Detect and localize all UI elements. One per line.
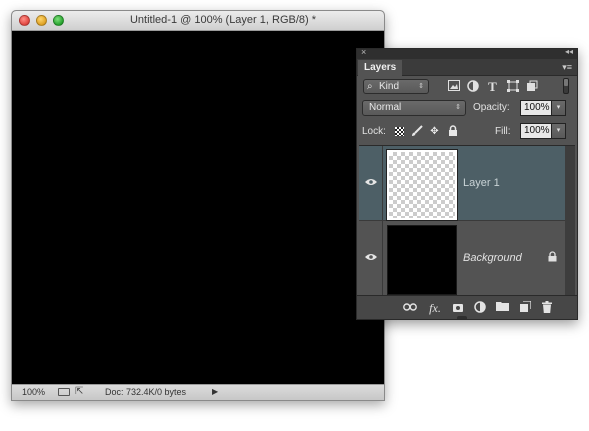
blend-mode-value: Normal	[369, 102, 402, 113]
close-window-button[interactable]	[19, 15, 30, 26]
panel-footer: fx.	[357, 295, 577, 319]
kind-filter-select[interactable]: ⌕ Kind ⇕	[363, 79, 429, 94]
lock-transparent-pixels-icon[interactable]	[393, 125, 406, 138]
layer-thumbnail[interactable]	[387, 225, 457, 295]
layer-thumbnail[interactable]	[386, 149, 458, 221]
zoom-window-button[interactable]	[53, 15, 64, 26]
minimize-window-button[interactable]	[36, 15, 47, 26]
opacity-slider-toggle[interactable]: ▾	[552, 100, 566, 116]
search-icon: ⌕	[367, 81, 373, 92]
layers-scrollbar[interactable]	[565, 146, 575, 295]
zoom-level[interactable]: 100%	[22, 387, 45, 397]
lock-label: Lock:	[362, 126, 386, 137]
shape-filter-icon[interactable]	[506, 80, 519, 93]
layer-row-layer-1[interactable]: Layer 1	[359, 146, 565, 221]
layer-name[interactable]: Background	[463, 252, 522, 264]
visibility-column[interactable]	[359, 221, 383, 295]
layer-name[interactable]: Layer 1	[463, 177, 500, 189]
trash-icon[interactable]	[540, 301, 554, 315]
document-titlebar[interactable]: Untitled-1 @ 100% (Layer 1, RGB/8) *	[12, 11, 384, 31]
lock-fill-row: Lock: ✥ Fill: 100% ▾	[362, 122, 572, 142]
lock-image-pixels-icon[interactable]	[410, 125, 423, 138]
lock-all-icon[interactable]	[446, 125, 459, 138]
layer-filter-row: ⌕ Kind ⇕ T	[362, 77, 572, 97]
link-layers-icon[interactable]	[403, 301, 417, 315]
camera-raw-icon[interactable]	[58, 388, 70, 396]
layers-list: Layer 1 Background	[359, 145, 575, 296]
document-info: Doc: 732.4K/0 bytes	[105, 387, 187, 397]
blend-mode-select[interactable]: Normal ⇕	[362, 100, 466, 116]
adjustment-layer-icon[interactable]	[473, 301, 487, 315]
lock-icon	[548, 251, 557, 265]
close-panel-icon[interactable]: ×	[361, 47, 366, 57]
document-title: Untitled-1 @ 100% (Layer 1, RGB/8) *	[129, 14, 317, 26]
document-canvas[interactable]	[12, 31, 384, 384]
panel-tab-bar: Layers ▾≡	[357, 59, 577, 76]
document-window: Untitled-1 @ 100% (Layer 1, RGB/8) * 100…	[11, 10, 385, 401]
add-mask-icon[interactable]	[451, 301, 465, 315]
eye-icon[interactable]	[365, 253, 377, 262]
new-group-icon[interactable]	[495, 301, 509, 315]
select-arrows-icon: ⇕	[455, 104, 461, 111]
kind-filter-label: Kind	[379, 81, 400, 92]
layers-panel: × ◂◂ Layers ▾≡ ⌕ Kind ⇕ T Normal ⇕ Opaci…	[356, 47, 578, 320]
blend-opacity-row: Normal ⇕ Opacity: 100% ▾	[362, 99, 572, 119]
type-filter-icon[interactable]: T	[486, 80, 499, 93]
document-status-bar: 100% ⇱ Doc: 732.4K/0 bytes ▶	[12, 384, 384, 400]
collapse-panel-icon[interactable]: ◂◂	[565, 47, 573, 56]
status-menu-arrow-icon[interactable]: ▶	[212, 387, 218, 396]
visibility-column[interactable]	[359, 146, 383, 220]
select-arrows-icon: ⇕	[418, 83, 424, 90]
opacity-label: Opacity:	[473, 102, 510, 113]
panel-resize-grip[interactable]	[457, 316, 467, 319]
smart-object-filter-icon[interactable]	[525, 80, 538, 93]
opacity-field[interactable]: 100%	[520, 100, 552, 116]
filter-toggle-switch[interactable]	[563, 78, 569, 94]
image-filter-icon[interactable]	[447, 80, 460, 93]
fill-label: Fill:	[495, 126, 511, 137]
new-layer-icon[interactable]	[518, 300, 532, 315]
panel-header-strip[interactable]: × ◂◂	[357, 47, 577, 59]
eye-icon[interactable]	[365, 178, 377, 187]
fill-slider-toggle[interactable]: ▾	[552, 123, 566, 139]
panel-menu-icon[interactable]: ▾≡	[562, 62, 572, 73]
share-icon[interactable]: ⇱	[75, 386, 83, 397]
layer-row-background[interactable]: Background	[359, 221, 565, 296]
adjustment-filter-icon[interactable]	[466, 80, 479, 93]
fill-field[interactable]: 100%	[520, 123, 552, 139]
fx-icon[interactable]: fx.	[428, 301, 442, 315]
tab-layers[interactable]: Layers	[358, 60, 402, 76]
lock-position-icon[interactable]: ✥	[428, 125, 441, 138]
